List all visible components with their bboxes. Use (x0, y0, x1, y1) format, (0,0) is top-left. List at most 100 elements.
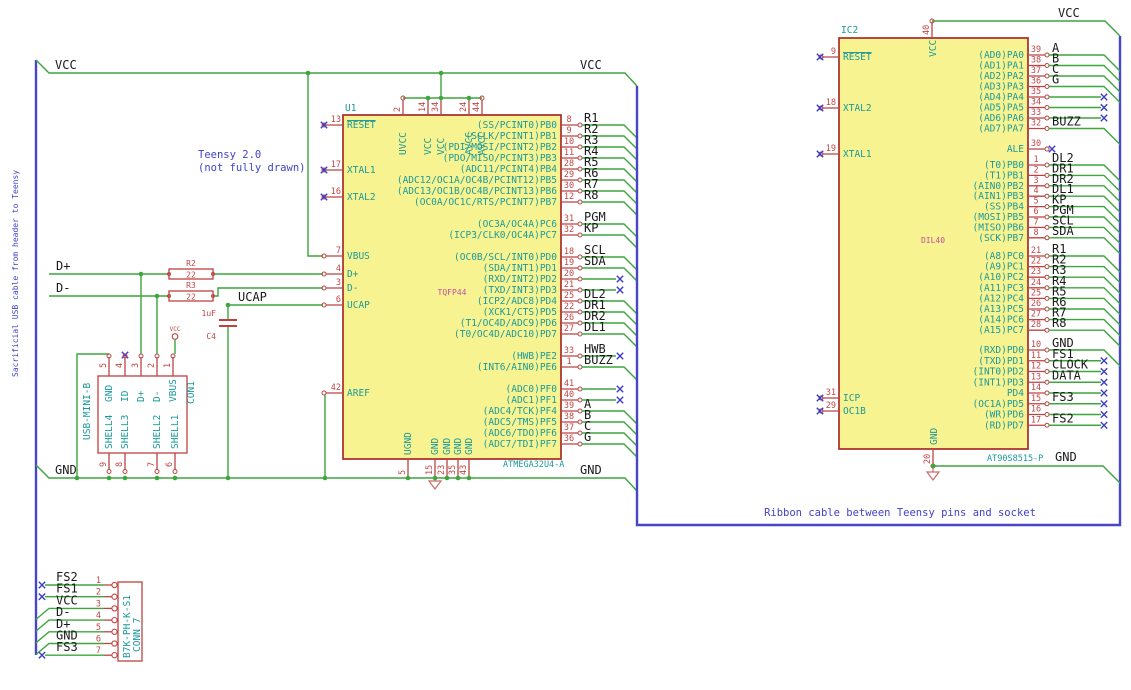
svg-text:20: 20 (564, 269, 574, 279)
svg-text:24: 24 (1031, 278, 1041, 288)
ground-symbol-ic2 (925, 468, 941, 481)
svg-text:5: 5 (398, 470, 408, 475)
svg-text:6: 6 (336, 295, 341, 305)
svg-text:RESET: RESET (347, 120, 376, 131)
svg-text:(AIN1)PB3: (AIN1)PB3 (973, 191, 1024, 202)
svg-text:(TXD/INT3)PD3: (TXD/INT3)PD3 (483, 285, 557, 296)
u1-footprint: TQFP44 (438, 288, 467, 297)
svg-text:SHELL3: SHELL3 (120, 415, 131, 449)
svg-text:FS3: FS3 (1052, 390, 1074, 404)
svg-text:5: 5 (1033, 197, 1038, 207)
svg-text:30: 30 (564, 181, 574, 191)
svg-text:(A11)PC3: (A11)PC3 (978, 283, 1024, 294)
svg-text:(RXD/INT2)PD2: (RXD/INT2)PD2 (483, 274, 557, 285)
svg-text:(MOSI)PB5: (MOSI)PB5 (973, 212, 1024, 223)
svg-text:(SCK)PB7: (SCK)PB7 (978, 233, 1024, 244)
svg-text:FS2: FS2 (1052, 411, 1074, 425)
svg-text:2: 2 (393, 107, 403, 112)
svg-text:(HWB)PE2: (HWB)PE2 (511, 351, 557, 362)
svg-text:D-: D- (152, 391, 163, 402)
svg-text:ID: ID (120, 390, 131, 402)
u1-ref: U1 (345, 103, 357, 114)
svg-text:(OC3A/OC4A)PC6: (OC3A/OC4A)PC6 (477, 219, 557, 230)
svg-text:VBUS: VBUS (347, 251, 370, 262)
svg-text:18: 18 (826, 98, 836, 108)
svg-text:23: 23 (1031, 267, 1041, 277)
svg-text:44: 44 (472, 102, 482, 112)
svg-text:39: 39 (564, 401, 574, 411)
svg-text:G: G (1052, 73, 1059, 87)
svg-text:(AD0)PA0: (AD0)PA0 (978, 50, 1024, 61)
svg-text:17: 17 (331, 160, 341, 170)
svg-text:4: 4 (115, 363, 125, 368)
svg-text:GND: GND (464, 438, 475, 455)
svg-text:BUZZ: BUZZ (1052, 115, 1081, 129)
svg-text:28: 28 (564, 159, 574, 169)
svg-text:31: 31 (564, 214, 574, 224)
svg-text:(T0/OC4D/ADC10)PD7: (T0/OC4D/ADC10)PD7 (454, 329, 557, 340)
svg-text:SHELL1: SHELL1 (170, 414, 181, 449)
svg-text:GND: GND (430, 438, 441, 455)
svg-text:29: 29 (564, 170, 574, 180)
svg-text:2: 2 (1033, 165, 1038, 175)
svg-text:VCC: VCC (423, 138, 434, 155)
svg-text:41: 41 (564, 379, 574, 389)
svg-text:8: 8 (1033, 228, 1038, 238)
svg-text:11: 11 (564, 148, 574, 158)
connector-con1: USB-MINI-B CON1 5 GND 4 ID 3 D+ 2 D- 1 V… (82, 351, 197, 481)
svg-text:(ADC12/OC1A/OC4B/PCINT12)PB5: (ADC12/OC1A/OC4B/PCINT12)PB5 (397, 175, 557, 186)
con1-ref: CON1 (186, 381, 197, 404)
svg-text:36: 36 (564, 434, 574, 444)
svg-text:KP: KP (584, 221, 598, 235)
svg-text:24: 24 (459, 102, 469, 112)
svg-text:28: 28 (1031, 320, 1041, 330)
connector-conn7: B7K-PH-K-S1 CONN_7 1 FS2 2 FS1 3 VCC 4 D… (35, 570, 143, 662)
conn7-ref: CONN_7 (132, 618, 143, 652)
svg-text:SDA: SDA (584, 254, 606, 268)
svg-text:3: 3 (131, 363, 141, 368)
svg-text:20: 20 (923, 454, 933, 464)
svg-text:9: 9 (566, 126, 571, 136)
chip-u1: U1 TQFP44 ATMEGA32U4-A 13 RESET 17 XTAL1… (320, 95, 638, 476)
svg-text:ALE: ALE (1007, 144, 1024, 155)
svg-text:XTAL1: XTAL1 (843, 149, 872, 160)
vcc-rail-label-right: VCC (580, 58, 602, 72)
svg-text:UVCC: UVCC (398, 132, 409, 155)
con1-part: USB-MINI-B (82, 383, 93, 440)
svg-text:31: 31 (826, 388, 836, 398)
svg-text:2: 2 (147, 363, 157, 368)
gnd-label-ic2: GND (1055, 450, 1077, 464)
svg-text:32: 32 (1031, 119, 1041, 129)
svg-text:4: 4 (336, 264, 341, 274)
svg-text:38: 38 (564, 412, 574, 422)
svg-text:21: 21 (564, 280, 574, 290)
svg-text:(ADC11/PCINT4)PB4: (ADC11/PCINT4)PB4 (460, 164, 558, 175)
svg-text:12: 12 (1031, 362, 1041, 372)
svg-text:37: 37 (1031, 66, 1041, 76)
svg-text:(ADC5/TMS)PF5: (ADC5/TMS)PF5 (483, 417, 557, 428)
svg-text:(OC0B/SCL/INT0)PD0: (OC0B/SCL/INT0)PD0 (454, 252, 557, 263)
ribbon-note: Ribbon cable between Teensy pins and soc… (764, 507, 1036, 519)
svg-text:35: 35 (448, 465, 458, 475)
svg-text:R8: R8 (1052, 316, 1066, 330)
c4-value: 1uF (202, 309, 217, 318)
svg-text:(MISO)PB6: (MISO)PB6 (973, 222, 1025, 233)
svg-text:16: 16 (1031, 405, 1041, 415)
ic2-ref: IC2 (841, 25, 858, 36)
svg-text:15: 15 (425, 465, 435, 475)
svg-text:14: 14 (418, 102, 428, 112)
ic2-right-pins-pa: 39 (AD0)PA0 A 38 (AD1)PA1 B 37 (AD2)PA2 … (978, 41, 1121, 145)
svg-text:25: 25 (564, 291, 574, 301)
svg-text:10: 10 (1031, 340, 1041, 350)
svg-text:23: 23 (437, 465, 447, 475)
svg-text:(ADC0)PF0: (ADC0)PF0 (506, 384, 558, 395)
svg-text:40: 40 (922, 25, 932, 35)
svg-text:8: 8 (115, 462, 125, 467)
svg-text:SHELL4: SHELL4 (104, 414, 115, 449)
svg-text:GND: GND (929, 428, 940, 445)
svg-text:3: 3 (336, 278, 341, 288)
svg-text:7: 7 (336, 246, 341, 256)
vcc-rail-label-left: VCC (55, 58, 77, 72)
svg-text:SHELL2: SHELL2 (152, 415, 163, 449)
svg-text:(INT0)PD2: (INT0)PD2 (973, 367, 1024, 378)
